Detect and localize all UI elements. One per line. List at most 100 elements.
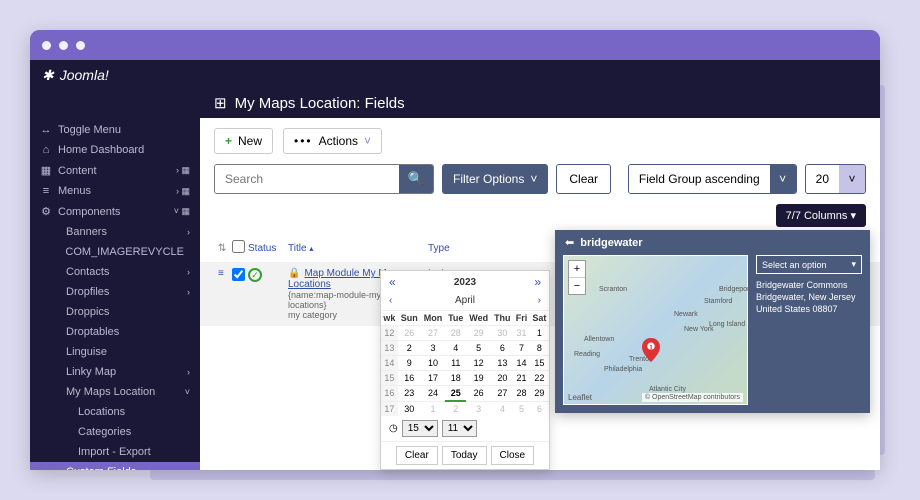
sidebar-item[interactable]: My Maps Location˅ xyxy=(30,382,200,402)
cal-day[interactable]: 30 xyxy=(491,326,513,341)
cal-day[interactable]: 31 xyxy=(513,326,529,341)
cal-day[interactable]: 8 xyxy=(530,341,549,356)
cal-day[interactable]: 3 xyxy=(421,341,446,356)
minute-select[interactable]: 11 xyxy=(442,420,477,437)
window-dot[interactable] xyxy=(59,41,68,50)
zoom-out-button[interactable]: − xyxy=(569,278,585,294)
cal-day[interactable]: 14 xyxy=(513,356,529,371)
cal-day[interactable]: 9 xyxy=(398,356,421,371)
window-dot[interactable] xyxy=(42,41,51,50)
search-icon: 🔍 xyxy=(408,171,425,187)
actions-button[interactable]: ••• Actions ˅ xyxy=(283,128,382,154)
cal-day[interactable]: 15 xyxy=(530,356,549,371)
sidebar-item[interactable]: Contacts› xyxy=(30,262,200,282)
search-button[interactable]: 🔍 xyxy=(399,165,433,193)
map-marker-icon[interactable]: 1 xyxy=(642,338,660,362)
cal-day[interactable]: 12 xyxy=(466,356,491,371)
cal-day[interactable]: 6 xyxy=(530,401,549,416)
sidebar-item[interactable]: Locations xyxy=(30,402,200,422)
cal-day[interactable]: 2 xyxy=(445,401,466,416)
cal-day[interactable]: 13 xyxy=(491,356,513,371)
sidebar-item[interactable]: ⚙Components˅ ▦ xyxy=(30,201,200,222)
cal-day[interactable]: 7 xyxy=(513,341,529,356)
sidebar-item[interactable]: COM_IMAGEREVYCLE xyxy=(30,242,200,262)
cal-day[interactable]: 5 xyxy=(466,341,491,356)
brand-logo[interactable]: ✱ Joomla! xyxy=(42,67,109,84)
sidebar-item[interactable]: Banners› xyxy=(30,222,200,242)
prev-year-button[interactable]: « xyxy=(389,275,396,289)
cal-close-button[interactable]: Close xyxy=(491,446,535,465)
map-option-select[interactable]: Select an option ▾ xyxy=(756,255,862,274)
cal-day[interactable]: 26 xyxy=(398,326,421,341)
cal-day[interactable]: 24 xyxy=(421,386,446,402)
chevron-icon: › xyxy=(187,227,190,237)
cal-day[interactable]: 11 xyxy=(445,356,466,371)
sidebar-item[interactable]: Import - Export xyxy=(30,442,200,462)
window-dot[interactable] xyxy=(76,41,85,50)
cal-day[interactable]: 1 xyxy=(421,401,446,416)
map-canvas[interactable]: + − New York Philadelphia Newark Trenton… xyxy=(563,255,748,405)
search-input[interactable] xyxy=(215,165,399,193)
cal-day[interactable]: 1 xyxy=(530,326,549,341)
cal-day[interactable]: 25 xyxy=(445,386,466,402)
cal-day[interactable]: 2 xyxy=(398,341,421,356)
sort-select[interactable]: Field Group ascending ˅ xyxy=(628,164,797,194)
prev-month-button[interactable]: ‹ xyxy=(389,295,392,306)
sidebar-item[interactable]: ⌂Home Dashboard xyxy=(30,140,200,160)
cal-day[interactable]: 10 xyxy=(421,356,446,371)
order-col-icon[interactable]: ⇅ xyxy=(214,243,228,254)
chevron-down-icon[interactable]: ˅ xyxy=(770,165,796,193)
cal-day[interactable]: 27 xyxy=(421,326,446,341)
drag-handle-icon[interactable]: ≡ xyxy=(214,268,228,279)
cal-day[interactable]: 28 xyxy=(445,326,466,341)
sidebar-item[interactable]: ≡Menus› ▦ xyxy=(30,181,200,201)
cal-day[interactable]: 4 xyxy=(491,401,513,416)
next-year-button[interactable]: » xyxy=(534,275,541,289)
hour-select[interactable]: 15 xyxy=(402,420,438,437)
back-arrow-icon[interactable]: ⬅ xyxy=(565,236,574,249)
lock-icon[interactable]: 🔒 xyxy=(288,268,300,279)
cal-day[interactable]: 23 xyxy=(398,386,421,402)
cal-day[interactable]: 4 xyxy=(445,341,466,356)
cal-day[interactable]: 28 xyxy=(513,386,529,402)
sidebar-item[interactable]: Dropfiles› xyxy=(30,282,200,302)
cal-day[interactable]: 20 xyxy=(491,371,513,386)
cal-day[interactable]: 29 xyxy=(530,386,549,402)
cal-day[interactable]: 17 xyxy=(421,371,446,386)
cal-day[interactable]: 19 xyxy=(466,371,491,386)
th-status[interactable]: Status xyxy=(244,243,284,254)
sidebar-item[interactable]: Droppics xyxy=(30,302,200,322)
cal-day[interactable]: 26 xyxy=(466,386,491,402)
cal-day[interactable]: 29 xyxy=(466,326,491,341)
cal-day[interactable]: 3 xyxy=(466,401,491,416)
cal-day[interactable]: 22 xyxy=(530,371,549,386)
th-type[interactable]: Type xyxy=(424,243,524,254)
next-month-button[interactable]: › xyxy=(538,295,541,306)
new-button[interactable]: + New xyxy=(214,128,273,154)
cal-day[interactable]: 27 xyxy=(491,386,513,402)
check-all[interactable] xyxy=(228,240,244,256)
cal-day[interactable]: 30 xyxy=(398,401,421,416)
sidebar-item[interactable]: ↔Toggle Menu xyxy=(30,120,200,140)
chevron-down-icon[interactable]: ˅ xyxy=(839,165,865,193)
cal-today-button[interactable]: Today xyxy=(442,446,487,465)
status-published-icon[interactable]: ✓ xyxy=(248,268,262,282)
cal-day[interactable]: 18 xyxy=(445,371,466,386)
sidebar-item[interactable]: ▦Content› ▦ xyxy=(30,160,200,181)
zoom-in-button[interactable]: + xyxy=(569,261,585,278)
sidebar-item[interactable]: Linky Map› xyxy=(30,362,200,382)
clear-button[interactable]: Clear xyxy=(556,164,611,194)
cal-day[interactable]: 21 xyxy=(513,371,529,386)
sidebar-item[interactable]: Droptables xyxy=(30,322,200,342)
th-title[interactable]: Title ▴ xyxy=(284,243,424,254)
cal-day[interactable]: 6 xyxy=(491,341,513,356)
limit-select[interactable]: 20 ˅ xyxy=(805,164,866,194)
filter-options-button[interactable]: Filter Options ˅ xyxy=(442,164,548,194)
sidebar-item[interactable]: Categories xyxy=(30,422,200,442)
columns-button[interactable]: 7/7 Columns ▾ xyxy=(776,204,866,227)
sidebar-item[interactable]: Custom Fields xyxy=(30,462,200,470)
cal-day[interactable]: 5 xyxy=(513,401,529,416)
cal-day[interactable]: 16 xyxy=(398,371,421,386)
sidebar-item[interactable]: Linguise xyxy=(30,342,200,362)
cal-clear-button[interactable]: Clear xyxy=(396,446,438,465)
